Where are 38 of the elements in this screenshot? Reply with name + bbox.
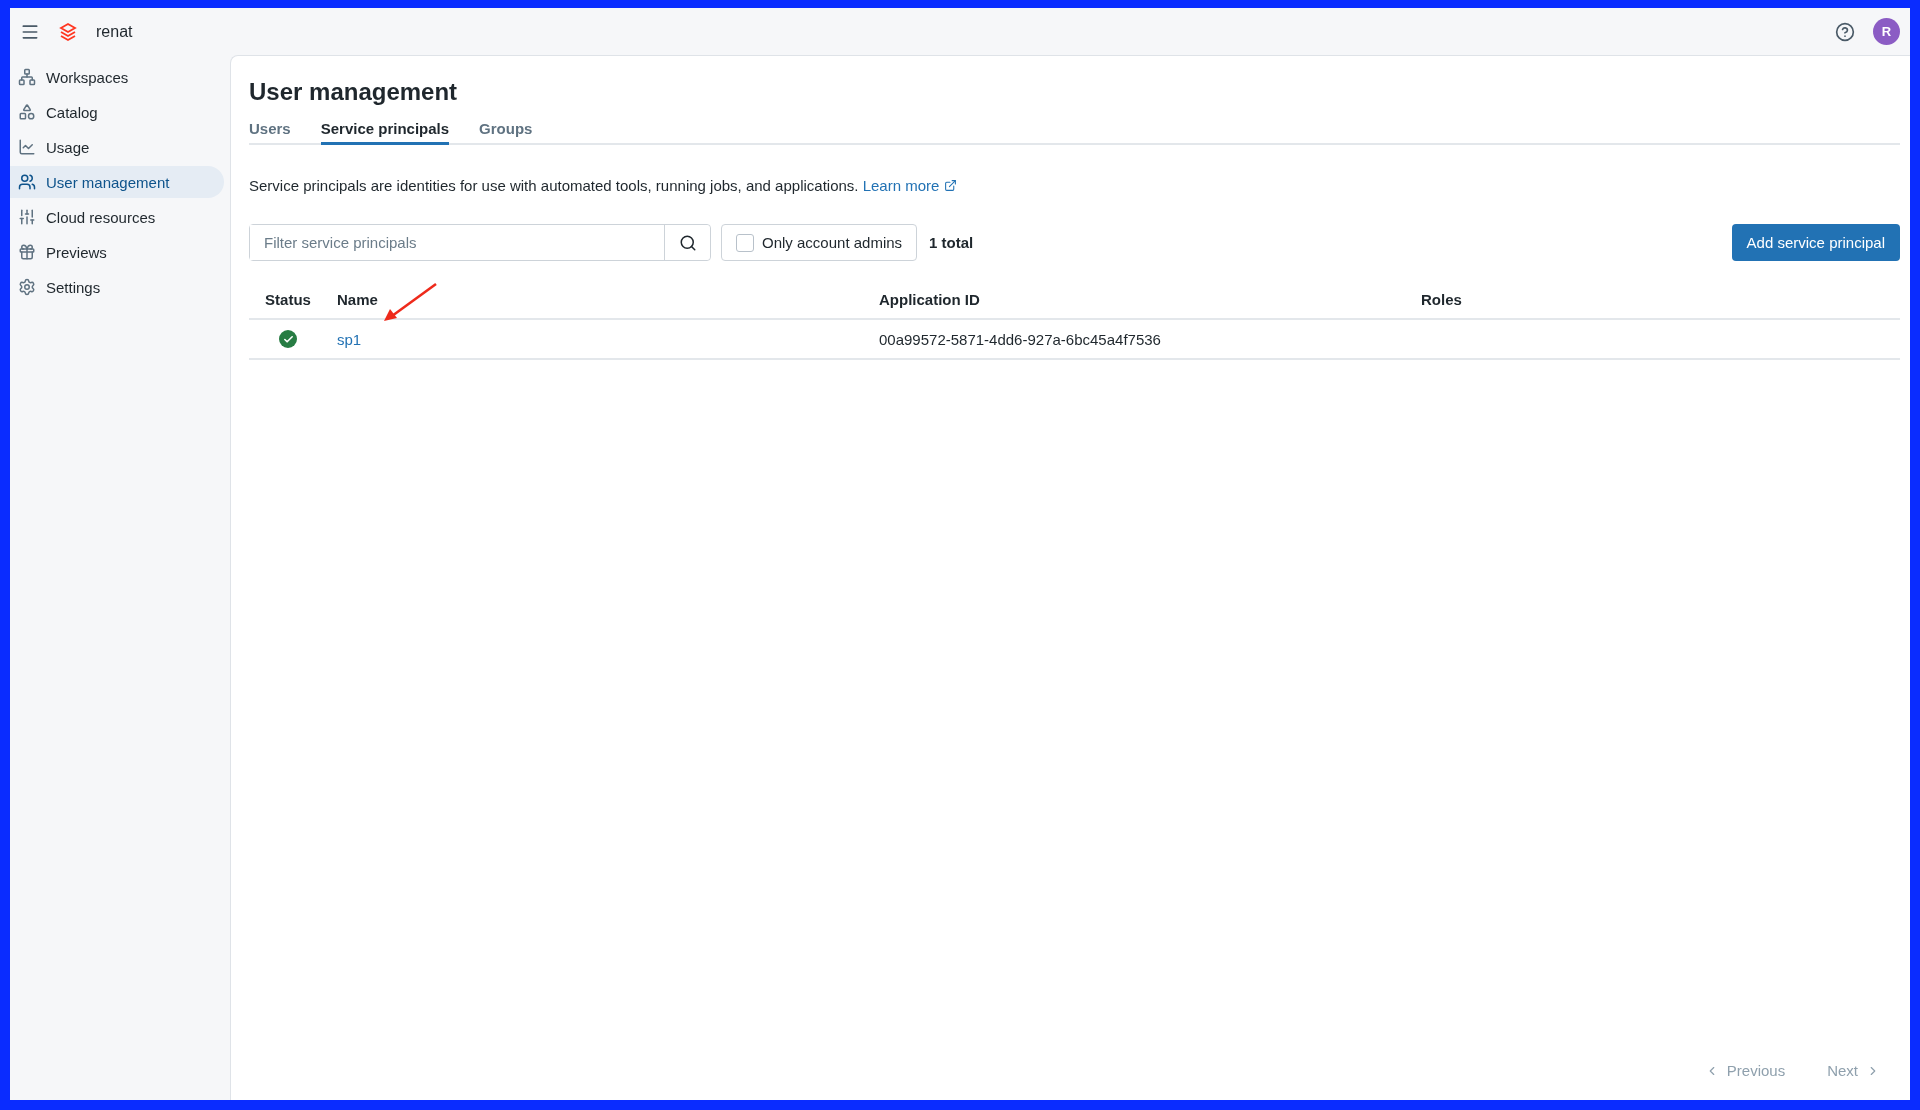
shapes-icon	[18, 103, 36, 121]
stacked-layers-logo-icon	[58, 21, 78, 42]
tab[interactable]: Users	[249, 116, 291, 145]
column-header: Roles	[1411, 281, 1900, 320]
help-icon[interactable]	[1835, 21, 1855, 42]
search-button[interactable]	[664, 225, 710, 260]
learn-more-link[interactable]: Learn more	[862, 177, 958, 194]
only-admins-checkbox[interactable]: Only account admins	[721, 224, 918, 261]
network-icon	[18, 68, 36, 86]
total-count: 1 total	[929, 234, 974, 251]
sidebar-item[interactable]: Workspaces	[10, 61, 224, 93]
sidebar-item[interactable]: Usage	[10, 131, 224, 163]
tab[interactable]: Service principals	[320, 116, 450, 145]
sidebar-item[interactable]: Settings	[10, 271, 224, 303]
sidebar-item[interactable]: Cloud resources	[10, 201, 224, 233]
name-link[interactable]: sp1	[337, 330, 362, 348]
gift-icon	[18, 243, 36, 261]
sidebar-item[interactable]: Catalog	[10, 96, 224, 128]
line-chart-icon	[18, 138, 36, 156]
sidebar-item[interactable]: Previews	[10, 236, 224, 268]
filter-field[interactable]: Filter service principals	[249, 224, 711, 261]
annotation-arrow	[382, 282, 438, 322]
add-service-principal-button[interactable]: Add service principal	[1731, 224, 1900, 261]
column-header: Status	[249, 281, 327, 320]
sidebar-item[interactable]: User management	[10, 166, 224, 198]
column-header: Name	[327, 281, 869, 320]
tab[interactable]: Groups	[479, 116, 533, 145]
settings-icon	[18, 278, 36, 296]
description-text: Service principals are identities for use with automated tools, running jobs, and applications. Learn more	[249, 177, 1900, 194]
account-name: renat	[96, 22, 133, 41]
page-title: User management	[249, 78, 459, 106]
search-icon	[678, 233, 697, 252]
external-link-icon	[944, 179, 958, 192]
user-avatar[interactable]: R	[1873, 18, 1900, 45]
sliders-icon	[18, 208, 36, 226]
people-icon	[18, 173, 36, 191]
column-header: Application ID	[869, 281, 1411, 320]
table-cell: 00a99572-5871-4dd6-927a-6bc45a4f7536	[869, 320, 1411, 360]
